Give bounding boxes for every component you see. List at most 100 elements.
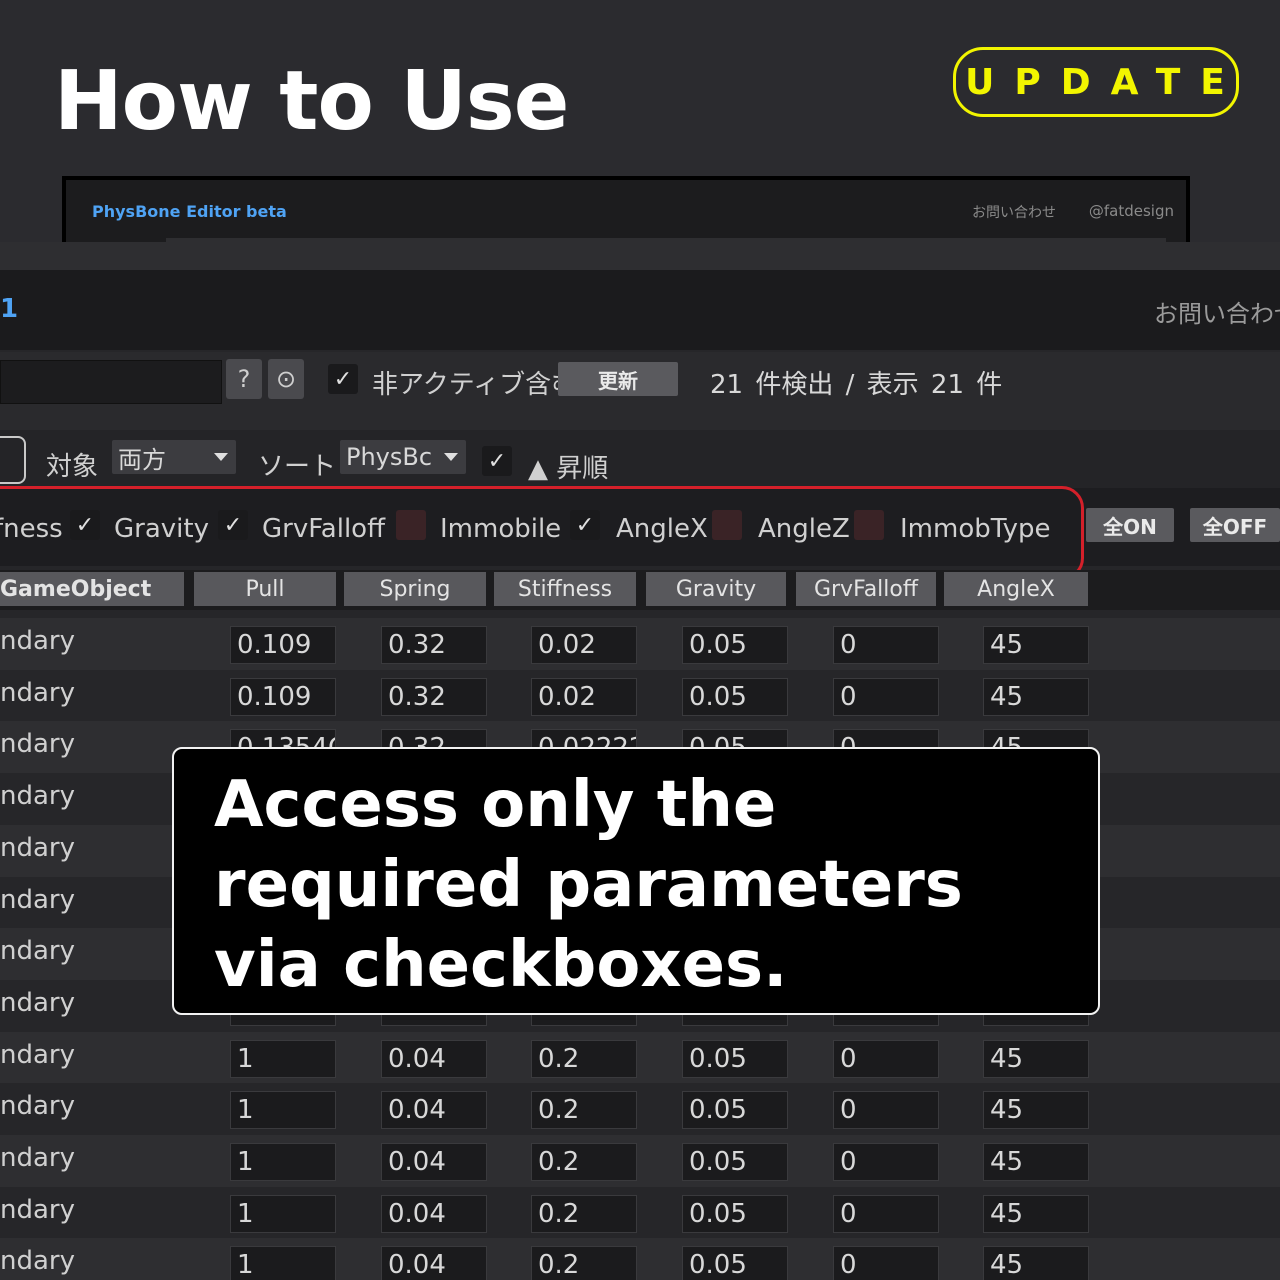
target-label: 対象	[46, 452, 99, 482]
gameobject-name: ndary	[0, 884, 75, 915]
cell-spring[interactable]: 0.04	[381, 1143, 487, 1181]
sort-label: ソート	[258, 452, 337, 482]
cell-pull[interactable]: 1	[230, 1194, 336, 1233]
cell-gravity[interactable]: 0.05	[682, 677, 788, 716]
app-name: PhysBone Editor beta	[92, 202, 287, 221]
author-handle[interactable]: @fatdesign	[1089, 202, 1174, 220]
column-header-gameobject[interactable]: GameObject	[0, 572, 184, 606]
search-input[interactable]	[0, 360, 222, 404]
gameobject-name: ndary	[0, 781, 75, 812]
sort-select-value: PhysBc	[346, 443, 433, 471]
gameobject-name: ndary	[0, 1143, 75, 1173]
cell-pull[interactable]: 1	[230, 1039, 336, 1078]
cell-stiffness[interactable]: 0.2	[531, 1039, 637, 1078]
gameobject-name: ndary	[0, 626, 75, 656]
cell-pull[interactable]: 0.109	[230, 677, 336, 716]
cell-anglex[interactable]: 45	[983, 626, 1089, 664]
cell-spring[interactable]: 0.32	[381, 626, 487, 664]
gameobject-name: ndary	[0, 1246, 75, 1277]
cell-anglex[interactable]: 45	[983, 677, 1089, 716]
cell-stiffness[interactable]: 0.02	[531, 677, 637, 716]
cell-grvfalloff[interactable]: 0	[833, 1039, 939, 1078]
table-header	[0, 570, 1280, 610]
cell-stiffness[interactable]: 0.2	[531, 1091, 637, 1130]
app-title-fragment: 1	[0, 294, 19, 324]
cell-gravity[interactable]: 0.05	[682, 1246, 788, 1280]
cell-anglex[interactable]: 45	[983, 1091, 1089, 1130]
cell-gravity[interactable]: 0.05	[682, 626, 788, 664]
cell-anglex[interactable]: 45	[983, 1143, 1089, 1181]
gameobject-name: ndary	[0, 1091, 75, 1122]
table-row: ndary 0.109 0.32 0.02 0.05 0 45	[0, 669, 1280, 722]
cell-stiffness[interactable]: 0.2	[531, 1246, 637, 1280]
title-bar	[0, 270, 1280, 350]
include-inactive-label: 非アクティブ含む	[372, 370, 578, 400]
refresh-button[interactable]: 更新	[558, 362, 678, 396]
table-row: ndary 0.109 0.32 0.02 0.05 0 45	[0, 618, 1280, 670]
highlight-outline	[0, 486, 1084, 580]
gameobject-name: ndary	[0, 1194, 75, 1225]
cell-stiffness[interactable]: 0.2	[531, 1143, 637, 1181]
cell-spring[interactable]: 0.04	[381, 1194, 487, 1233]
target-select[interactable]: 両方	[112, 440, 236, 474]
update-badge: UPDATE	[953, 47, 1239, 117]
ascending-checkbox[interactable]: ✓	[482, 446, 512, 476]
cell-anglex[interactable]: 45	[983, 1246, 1089, 1280]
result-count: 21 件検出 / 表示 21 件	[710, 370, 1003, 400]
chevron-down-icon	[444, 453, 458, 461]
gameobject-name: ndary	[0, 987, 75, 1018]
cell-gravity[interactable]: 0.05	[682, 1039, 788, 1078]
cell-pull[interactable]: 0.109	[230, 626, 336, 664]
cell-pull[interactable]: 1	[230, 1143, 336, 1181]
gameobject-name: ndary	[0, 729, 75, 760]
top-bar	[0, 242, 1280, 270]
column-header-grvfalloff[interactable]: GrvFalloff	[796, 572, 936, 606]
cell-grvfalloff[interactable]: 0	[833, 677, 939, 716]
include-inactive-checkbox[interactable]: ✓	[328, 364, 358, 394]
cell-gravity[interactable]: 0.05	[682, 1143, 788, 1181]
cell-gravity[interactable]: 0.05	[682, 1194, 788, 1233]
all-on-button[interactable]: 全ON	[1086, 508, 1174, 542]
cell-grvfalloff[interactable]: 0	[833, 1091, 939, 1130]
ascending-label: ▲ 昇順	[528, 454, 609, 484]
table-row: ndary 1 0.04 0.2 0.05 0 45	[0, 1186, 1280, 1239]
cell-spring[interactable]: 0.04	[381, 1039, 487, 1078]
cell-spring[interactable]: 0.32	[381, 677, 487, 716]
column-header-gravity[interactable]: Gravity	[646, 572, 786, 606]
cell-gravity[interactable]: 0.05	[682, 1091, 788, 1130]
cell-anglex[interactable]: 45	[983, 1194, 1089, 1233]
callout-line: Access only the	[214, 768, 777, 842]
callout-box: Access only the required parameters via …	[172, 747, 1100, 1015]
contact-link[interactable]: お問い合わせ	[972, 202, 1056, 222]
cell-stiffness[interactable]: 0.2	[531, 1194, 637, 1233]
column-header-stiffness[interactable]: Stiffness	[494, 572, 636, 606]
cell-spring[interactable]: 0.04	[381, 1091, 487, 1130]
column-header-anglex[interactable]: AngleX	[944, 572, 1088, 606]
target-icon[interactable]: ⊙	[268, 359, 304, 399]
column-header-spring[interactable]: Spring	[344, 572, 486, 606]
app-window-preview: PhysBone Editor beta お問い合わせ @fatdesign	[62, 176, 1190, 246]
all-off-button[interactable]: 全OFF	[1190, 508, 1280, 542]
gameobject-name: ndary	[0, 936, 75, 967]
cell-spring[interactable]: 0.04	[381, 1246, 487, 1280]
cell-anglex[interactable]: 45	[983, 1039, 1089, 1078]
callout-line: via checkboxes.	[214, 928, 788, 1002]
cell-grvfalloff[interactable]: 0	[833, 1143, 939, 1181]
contact-link[interactable]: お問い合わせ	[1154, 294, 1280, 329]
sort-select[interactable]: PhysBc	[340, 440, 466, 474]
target-select-value: 両方	[118, 445, 166, 474]
filter-toggle[interactable]	[0, 436, 26, 484]
table-row: ndary 1 0.04 0.2 0.05 0 45	[0, 1135, 1280, 1187]
chevron-down-icon	[214, 453, 228, 461]
column-header-pull[interactable]: Pull	[194, 572, 336, 606]
table-row: ndary 1 0.04 0.2 0.05 0 45	[0, 1031, 1280, 1084]
page-title: How to Use	[54, 54, 569, 149]
cell-grvfalloff[interactable]: 0	[833, 1246, 939, 1280]
cell-stiffness[interactable]: 0.02	[531, 626, 637, 664]
help-button[interactable]: ?	[226, 359, 262, 399]
cell-grvfalloff[interactable]: 0	[833, 626, 939, 664]
cell-pull[interactable]: 1	[230, 1246, 336, 1280]
gameobject-name: ndary	[0, 1039, 75, 1070]
cell-pull[interactable]: 1	[230, 1091, 336, 1130]
cell-grvfalloff[interactable]: 0	[833, 1194, 939, 1233]
